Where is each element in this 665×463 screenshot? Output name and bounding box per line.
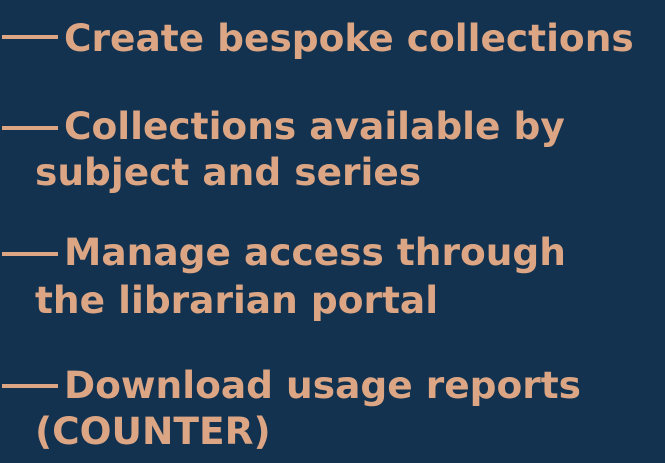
feature-line: subject and series [35,150,422,194]
dash-icon [2,384,58,388]
feature-line: (COUNTER) [35,409,271,453]
dash-icon [2,126,58,130]
feature-line: Manage access through [64,230,566,274]
feature-line: Collections available by [64,104,565,148]
dash-icon [2,252,58,256]
feature-line: Download usage reports [64,363,581,407]
feature-line: the librarian portal [35,278,439,322]
dash-icon [2,35,58,39]
feature-line: Create bespoke collections [64,16,634,60]
